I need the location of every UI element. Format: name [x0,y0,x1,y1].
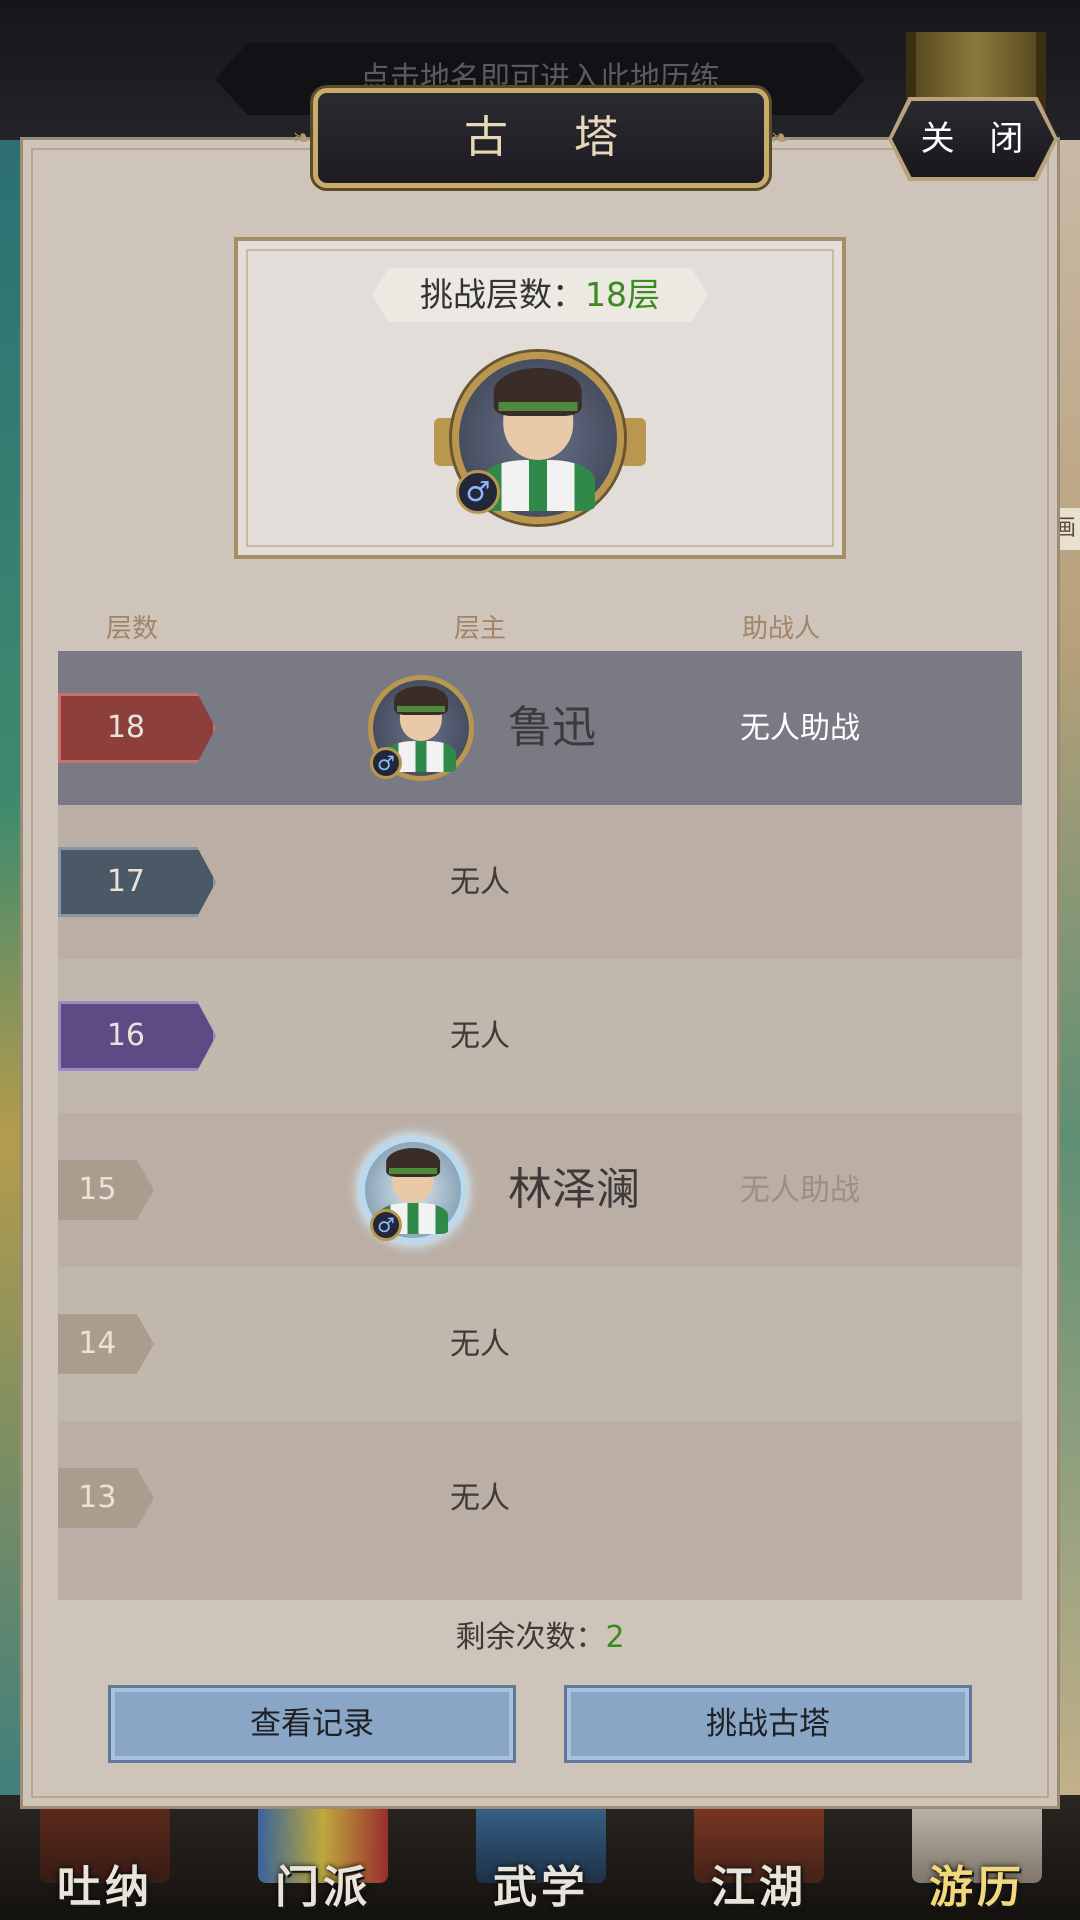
floor-number-tag: 17 [58,847,216,917]
nav-label: 武学 [493,1862,589,1913]
challenge-tower-button[interactable]: 挑战古塔 [564,1685,972,1763]
bottom-navigation: 吐纳 门派 武学 江湖 游历 [0,1795,1080,1920]
male-gender-icon: ♂ [370,1209,402,1241]
floor-number: 13 [78,1480,117,1515]
floor-owner-name: 鲁迅 [508,702,596,753]
floor-helper-status: 无人助战 [740,711,860,746]
avatar-headband [389,1167,437,1174]
nav-item-travel[interactable]: 游历 [902,1803,1052,1915]
remaining-attempts: 剩余次数：2 [0,1618,1080,1658]
challenge-floor-caption: 挑战层数： [420,275,585,314]
nav-item-martial-arts[interactable]: 武学 [466,1803,616,1915]
nav-item-jianghu[interactable]: 江湖 [684,1803,834,1915]
tower-floor-row[interactable]: 18 ♂ 鲁迅 无人助战 [58,651,1022,805]
nav-label: 门派 [275,1862,371,1913]
floor-number-tag: 14 [58,1314,154,1374]
tower-floor-row[interactable]: 13 无人 [58,1421,1022,1575]
floor-number-tag: 18 [58,693,216,763]
floor-owner-name: 无人 [450,1019,510,1054]
floor-number: 15 [78,1172,117,1207]
floor-owner-name: 无人 [450,1327,510,1362]
floor-number: 18 [106,710,146,745]
floor-number-tag: 15 [58,1160,154,1220]
nav-label: 江湖 [711,1862,807,1913]
dialog-title-plate: 古 塔 [313,88,769,188]
remaining-attempts-count: 2 [605,1620,625,1655]
close-button[interactable]: 关 闭 [892,101,1054,177]
floor-owner-name: 林泽澜 [508,1164,640,1215]
column-header-floor: 层数 [106,614,159,644]
tower-floor-row[interactable]: 17 无人 [58,805,1022,959]
floor-number-tag: 13 [58,1468,154,1528]
nav-item-tuna[interactable]: 吐纳 [30,1803,180,1915]
table-scroll-edge [58,1573,1022,1600]
nav-item-sect[interactable]: 门派 [248,1803,398,1915]
avatar-headband [498,401,578,412]
challenge-floor-label: 挑战层数：18层 [372,268,708,322]
male-gender-icon: ♂ [370,747,402,779]
challenge-floor-value: 18层 [585,275,660,314]
floor-owner-name: 无人 [450,1481,510,1516]
male-gender-icon: ♂ [456,470,500,514]
floor-owner-name: 无人 [450,865,510,900]
tower-floor-row[interactable]: 16 无人 [58,959,1022,1113]
floor-helper-status: 无人助战 [740,1173,860,1208]
nav-label: 游历 [929,1862,1025,1913]
column-header-owner: 层主 [454,614,507,644]
floor-number: 14 [78,1326,117,1361]
floor-number: 17 [106,864,146,899]
tower-floor-row[interactable]: 14 无人 [58,1267,1022,1421]
floor-number: 16 [106,1018,146,1053]
view-records-button[interactable]: 查看记录 [108,1685,516,1763]
nav-label: 吐纳 [57,1862,153,1913]
floor-number-tag: 16 [58,1001,216,1071]
column-header-helper: 助战人 [742,614,821,644]
dialog-title: 古 塔 [464,112,644,163]
remaining-attempts-label: 剩余次数： [455,1620,606,1655]
tower-floor-row[interactable]: 15 ♂ 林泽澜 无人助战 [58,1113,1022,1267]
avatar-headband [397,705,445,712]
